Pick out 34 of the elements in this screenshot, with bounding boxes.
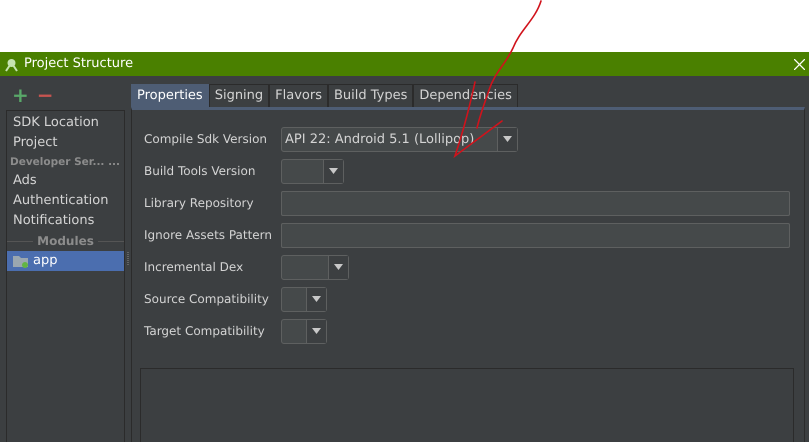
field-label: Compile Sdk Version: [144, 131, 268, 148]
field-label: Target Compatibility: [144, 323, 266, 340]
tab[interactable]: Flavors: [269, 84, 328, 107]
tab[interactable]: Properties: [131, 84, 209, 107]
tab[interactable]: Build Types: [328, 84, 414, 107]
field-label: Library Repository: [144, 195, 255, 212]
caret-icon: [312, 328, 321, 334]
caret-icon: [334, 264, 343, 270]
dropdown[interactable]: [281, 318, 327, 344]
field-label: Incremental Dex: [144, 259, 244, 276]
text-field[interactable]: [281, 190, 790, 216]
sidebar-header: Developer Ser... ...: [9, 155, 122, 170]
window-title: Project Structure: [24, 55, 134, 74]
text-field[interactable]: [281, 222, 790, 248]
caret-icon: [312, 296, 321, 302]
module-item[interactable]: app: [7, 251, 124, 271]
field-label: Source Compatibility: [144, 291, 270, 308]
sidebar-item[interactable]: Notifications: [7, 211, 124, 231]
sidebar-item[interactable]: SDK Location: [7, 113, 124, 133]
caret-icon: [503, 136, 512, 142]
splitter-handle-icon[interactable]: [127, 252, 129, 266]
field-label: Build Tools Version: [144, 163, 256, 180]
section-header: Modules: [36, 233, 95, 250]
add-button[interactable]: +: [12, 85, 29, 105]
sidebar-item[interactable]: Ads: [7, 171, 124, 191]
sidebar-item[interactable]: Authentication: [7, 191, 124, 211]
caret-icon: [329, 168, 338, 174]
android-icon: [4, 56, 19, 72]
field-label: Ignore Assets Pattern: [144, 227, 274, 244]
module-folder-icon: [13, 254, 29, 268]
close-icon[interactable]: [794, 58, 805, 70]
dropdown[interactable]: [281, 286, 327, 312]
sidebar-item[interactable]: Project: [7, 133, 124, 153]
tab[interactable]: Signing: [208, 84, 270, 107]
